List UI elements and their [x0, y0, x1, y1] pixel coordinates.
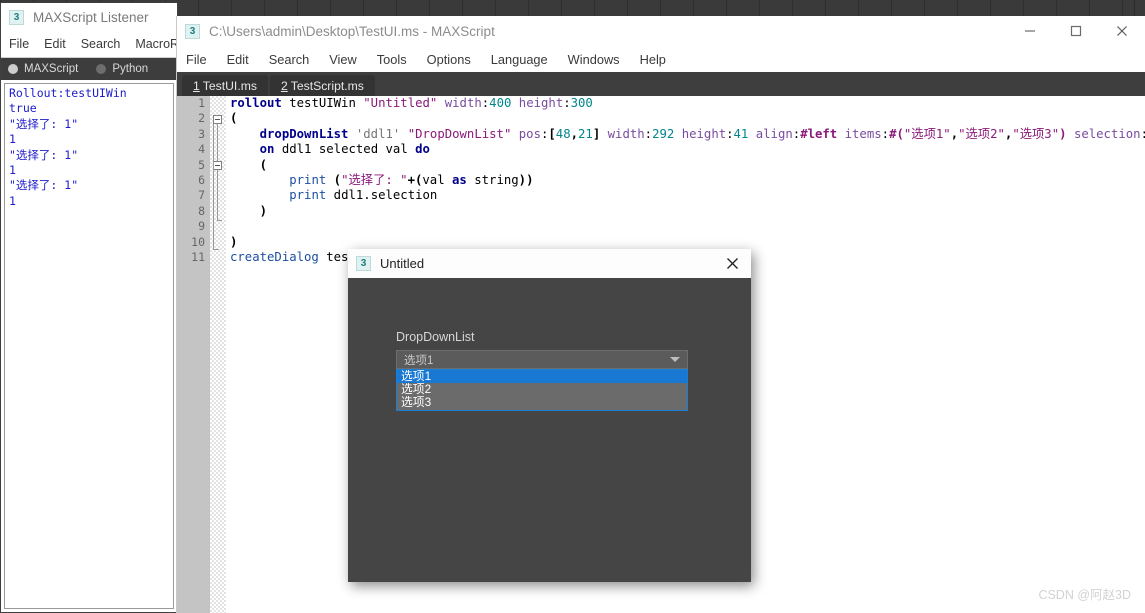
code-line: dropDownList 'ddl1' "DropDownList" pos:[… — [259, 126, 1145, 141]
tab-mnemonic: 1 — [193, 78, 200, 93]
editor-tabbar[interactable]: 1 TestUI.ms 2 TestScript.ms — [177, 72, 1145, 96]
line-number: 4 — [198, 142, 205, 157]
listener-menu-macrorecorder[interactable]: MacroR — [135, 37, 179, 51]
listener-output-line: "选择了: 1" — [9, 116, 79, 131]
line-number: 11 — [191, 250, 205, 265]
code-fold-margin[interactable] — [210, 96, 226, 613]
tab-testui-ms[interactable]: 1 TestUI.ms — [182, 75, 268, 96]
code-line: ( — [230, 111, 238, 126]
chevron-down-icon — [670, 357, 680, 362]
code-line: ) — [230, 234, 238, 249]
listener-menu-edit[interactable]: Edit — [44, 37, 66, 51]
listener-titlebar[interactable]: 3 MAXScript Listener — [1, 3, 177, 31]
fold-toggle-icon[interactable] — [213, 115, 222, 124]
line-number: 9 — [198, 219, 205, 234]
listener-output-line: 1 — [9, 132, 16, 147]
radio-maxscript-label: MAXScript — [24, 63, 79, 75]
editor-menu-view[interactable]: View — [329, 52, 357, 67]
close-icon — [726, 258, 738, 269]
max-app-icon: 3 — [9, 9, 24, 25]
line-number: 10 — [191, 234, 205, 249]
radio-python-label: Python — [112, 63, 149, 75]
editor-titlebar[interactable]: 3 C:\Users\admin\Desktop\TestUI.ms - MAX… — [177, 16, 1145, 46]
listener-output-line: Rollout:testUIWin — [9, 86, 127, 100]
dropdownlist-selected-value: 选项1 — [404, 354, 434, 367]
line-number: 5 — [198, 157, 205, 172]
listener-title: MAXScript Listener — [33, 9, 149, 25]
tab-testscript-ms[interactable]: 2 TestScript.ms — [269, 75, 375, 96]
radio-python-icon — [96, 64, 107, 74]
listener-menu-file[interactable]: File — [9, 37, 29, 51]
listener-mode-selector[interactable]: MAXScript Python — [1, 58, 177, 80]
listener-output-line: true — [9, 101, 37, 116]
line-number: 8 — [198, 203, 205, 218]
fold-end-tick — [217, 220, 222, 221]
fold-toggle-icon[interactable] — [213, 161, 222, 170]
dialog-title: Untitled — [380, 256, 425, 271]
code-line: print ("选择了: "+(val as string)) — [289, 173, 534, 188]
maxscript-listener-window[interactable]: 3 MAXScript Listener File Edit Search Ma… — [0, 2, 179, 613]
dropdownlist-popup[interactable]: 选项1 选项2 选项3 — [396, 369, 688, 411]
editor-menubar[interactable]: File Edit Search View Tools Options Lang… — [177, 46, 1145, 72]
fold-end-tick — [213, 249, 219, 250]
listener-menu-search[interactable]: Search — [81, 37, 121, 51]
listener-output-line: "选择了: 1" — [9, 147, 79, 162]
line-number: 1 — [198, 96, 205, 110]
listener-output-pane[interactable]: Rollout:testUIWin true "选择了: 1" 1 "选择了: … — [4, 83, 174, 609]
fold-guide-line — [217, 124, 218, 162]
editor-menu-language[interactable]: Language — [491, 52, 548, 67]
editor-menu-windows[interactable]: Windows — [568, 52, 620, 67]
maximize-button[interactable] — [1053, 16, 1099, 46]
fold-guide-line — [213, 124, 214, 249]
dropdown-option[interactable]: 选项1 — [397, 370, 687, 383]
radio-maxscript[interactable]: MAXScript — [8, 63, 78, 75]
code-line: rollout testUIWin "Untitled" width:400 h… — [230, 96, 593, 110]
radio-python[interactable]: Python — [96, 63, 148, 75]
code-line: on ddl1 selected val do — [259, 142, 430, 157]
close-button[interactable] — [1099, 16, 1145, 46]
listener-output-line: "选择了: 1" — [9, 178, 79, 193]
editor-menu-tools[interactable]: Tools — [377, 52, 407, 67]
listener-output-line: 1 — [9, 163, 16, 178]
line-number: 7 — [198, 188, 205, 203]
editor-menu-edit[interactable]: Edit — [227, 52, 249, 67]
dropdownlist-label: DropDownList — [396, 330, 475, 344]
dropdownlist-combobox[interactable]: 选项1 — [396, 350, 688, 369]
dropdown-option[interactable]: 选项2 — [397, 383, 687, 396]
dialog-body: DropDownList 选项1 选项1 选项2 选项3 — [348, 278, 751, 582]
dialog-close-button[interactable] — [713, 249, 751, 278]
line-number: 6 — [198, 173, 205, 188]
minimize-button[interactable] — [1007, 16, 1053, 46]
code-line: print ddl1.selection — [289, 188, 438, 203]
untitled-rollout-dialog[interactable]: 3 Untitled DropDownList 选项1 选项1 选项2 选项3 — [348, 249, 751, 582]
radio-maxscript-icon — [8, 64, 18, 74]
dialog-titlebar[interactable]: 3 Untitled — [348, 249, 751, 278]
code-line: ) — [259, 203, 268, 218]
line-number: 3 — [198, 126, 205, 141]
tab-label: TestUI.ms — [202, 78, 257, 93]
editor-window-controls[interactable] — [1007, 16, 1145, 46]
listener-output-line: 1 — [9, 193, 16, 208]
editor-menu-help[interactable]: Help — [640, 52, 666, 67]
editor-menu-search[interactable]: Search — [269, 52, 310, 67]
line-number-gutter: 1 2 3 4 5 6 7 8 9 10 11 — [177, 96, 210, 613]
editor-menu-options[interactable]: Options — [427, 52, 471, 67]
tab-label: TestScript.ms — [290, 78, 364, 93]
tab-mnemonic: 2 — [280, 78, 288, 93]
editor-title: C:\Users\admin\Desktop\TestUI.ms - MAXSc… — [209, 23, 495, 39]
max-app-icon: 3 — [356, 256, 371, 271]
watermark: CSDN @阿赵3D — [1038, 588, 1131, 602]
code-line: ( — [259, 157, 268, 172]
line-number: 2 — [198, 111, 205, 126]
dropdown-option[interactable]: 选项3 — [397, 396, 687, 409]
fold-guide-line — [217, 170, 218, 220]
editor-menu-file[interactable]: File — [186, 52, 207, 67]
listener-menubar[interactable]: File Edit Search MacroR — [1, 31, 179, 58]
max-app-icon: 3 — [185, 23, 200, 39]
